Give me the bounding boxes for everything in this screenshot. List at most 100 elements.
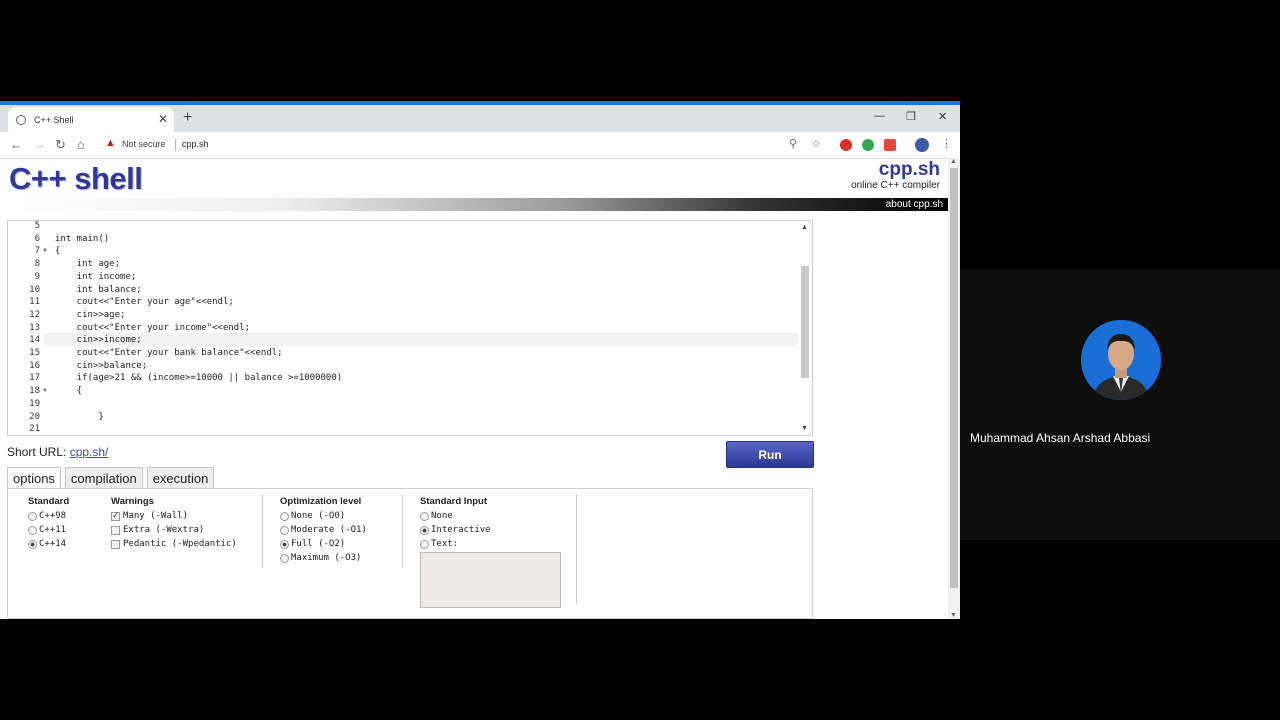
short-url-link[interactable]: cpp.sh/: [70, 445, 109, 459]
checkbox-icon[interactable]: [111, 525, 120, 535]
code-line[interactable]: int balance;: [55, 285, 142, 295]
warning-icon: ▲: [105, 137, 116, 149]
about-link[interactable]: about cpp.sh: [886, 198, 943, 211]
back-icon[interactable]: ←: [10, 137, 23, 152]
brand-name: cpp.sh: [878, 159, 940, 180]
minimize-icon[interactable]: —: [874, 110, 885, 122]
line-number: 10: [29, 284, 40, 295]
close-tab-icon[interactable]: ✕: [158, 112, 168, 126]
scroll-down-arrow-icon[interactable]: ▼: [950, 612, 957, 619]
tab-title: C++ Shell: [34, 114, 74, 125]
code-line[interactable]: cin>>balance;: [55, 361, 147, 371]
site-logo[interactable]: C++ shell: [9, 161, 143, 197]
warning-option-wall[interactable]: ✓ Many (-Wall): [111, 509, 237, 523]
radio-selected-icon[interactable]: [28, 539, 37, 549]
line-number: 18: [29, 386, 40, 397]
group-divider: [262, 494, 263, 568]
code-line[interactable]: int main(): [55, 234, 109, 244]
page-scrollbar[interactable]: ▲ ▼: [948, 158, 960, 619]
reload-icon[interactable]: ↻: [55, 137, 66, 153]
editor-scrollbar[interactable]: ▲ ▼: [798, 221, 812, 435]
globe-icon: [16, 114, 26, 125]
scroll-up-arrow-icon[interactable]: ▲: [950, 158, 957, 165]
radio-icon[interactable]: [280, 511, 289, 521]
group-divider: [402, 494, 403, 568]
forward-icon[interactable]: →: [33, 137, 46, 152]
new-tab-icon[interactable]: +: [183, 109, 192, 127]
radio-icon[interactable]: [28, 525, 37, 535]
tab-execution[interactable]: execution: [146, 467, 215, 489]
run-button[interactable]: Run: [726, 441, 814, 468]
person-portrait-icon: [1081, 320, 1161, 400]
code-line[interactable]: cin>>age;: [55, 310, 126, 320]
line-number: 8: [34, 259, 40, 270]
scroll-down-arrow-icon[interactable]: ▼: [801, 425, 808, 432]
scroll-up-arrow-icon[interactable]: ▲: [801, 224, 808, 231]
settings-tabs: options compilation execution: [7, 467, 215, 489]
standard-option-cpp11[interactable]: C++11: [28, 523, 69, 537]
checkbox-checked-icon[interactable]: ✓: [111, 511, 120, 521]
optimization-option-o1[interactable]: Moderate (-O1): [280, 523, 367, 537]
home-icon[interactable]: ⌂: [77, 137, 85, 152]
optimization-group: Optimization level None (-O0) Moderate (…: [280, 489, 367, 565]
zoom-icon[interactable]: ⚲: [789, 137, 797, 150]
profile-avatar-icon[interactable]: [915, 138, 929, 152]
standard-option-cpp14[interactable]: C++14: [28, 537, 69, 551]
code-line[interactable]: int age;: [55, 259, 120, 269]
line-number: 13: [29, 322, 40, 333]
radio-icon[interactable]: [28, 511, 37, 521]
standard-option-cpp98[interactable]: C++98: [28, 509, 69, 523]
code-line[interactable]: cout<<"Enter your bank balance"<<endl;: [55, 348, 283, 358]
shield-extension-icon[interactable]: [884, 139, 896, 151]
optimization-option-o2[interactable]: Full (-O2): [280, 537, 367, 551]
radio-icon[interactable]: [280, 525, 289, 535]
participant-avatar: [1081, 320, 1161, 400]
radio-selected-icon[interactable]: [420, 525, 429, 535]
tab-compilation[interactable]: compilation: [64, 467, 143, 489]
security-label[interactable]: Not secure: [122, 139, 166, 149]
address-bar[interactable]: cpp.sh: [182, 139, 209, 149]
extension-icon[interactable]: [840, 139, 852, 151]
tab-options[interactable]: options: [7, 467, 61, 489]
close-window-icon[interactable]: ✕: [938, 110, 947, 123]
radio-selected-icon[interactable]: [280, 539, 289, 549]
checkbox-icon[interactable]: [111, 539, 120, 549]
code-line[interactable]: cout<<"Enter your age"<<endl;: [55, 297, 234, 307]
stdin-option-text[interactable]: Text:: [420, 537, 561, 551]
fold-arrow-icon[interactable]: ▼: [42, 248, 48, 254]
code-line[interactable]: {: [55, 386, 82, 396]
line-number: 6: [34, 233, 40, 244]
page-scroll-thumb[interactable]: [950, 168, 958, 588]
restore-icon[interactable]: ❐: [906, 110, 916, 123]
optimization-option-o0[interactable]: None (-O0): [280, 509, 367, 523]
grammarly-icon[interactable]: [862, 139, 874, 151]
bookmark-star-icon[interactable]: ☆: [811, 137, 821, 150]
browser-tab[interactable]: C++ Shell ✕: [8, 107, 174, 132]
line-number: 19: [29, 398, 40, 409]
radio-icon[interactable]: [420, 539, 429, 549]
menu-kebab-icon[interactable]: ⋮: [941, 137, 952, 150]
code-line[interactable]: }: [55, 412, 103, 422]
options-panel: Standard C++98 C++11 C++14 Warnings ✓ Man…: [7, 488, 813, 619]
code-line[interactable]: {: [55, 246, 60, 256]
code-line[interactable]: int income;: [55, 272, 137, 282]
stdin-option-interactive[interactable]: Interactive: [420, 523, 561, 537]
code-line[interactable]: cin>>income;: [55, 335, 142, 345]
code-line[interactable]: cout<<"Enter your income"<<endl;: [55, 323, 250, 333]
fold-arrow-icon[interactable]: ▼: [42, 388, 48, 394]
optimization-option-o3[interactable]: Maximum (-O3): [280, 551, 367, 565]
radio-icon[interactable]: [280, 553, 289, 563]
line-number: 21: [29, 424, 40, 435]
radio-icon[interactable]: [420, 511, 429, 521]
warning-option-wpedantic[interactable]: Pedantic (-Wpedantic): [111, 537, 237, 551]
editor-scroll-thumb[interactable]: [801, 266, 809, 378]
stdin-option-none[interactable]: None: [420, 509, 561, 523]
warning-option-wextra[interactable]: Extra (-Wextra): [111, 523, 237, 537]
stdin-textarea[interactable]: [420, 552, 561, 608]
code-line[interactable]: if(age>21 && (income>=10000 || balance >…: [55, 373, 343, 383]
line-number: 9: [34, 271, 40, 282]
warnings-title: Warnings: [111, 496, 154, 507]
standard-group: Standard C++98 C++11 C++14: [28, 489, 69, 551]
code-editor[interactable]: 5 6 int main() 7{▼ 8 int age; 9 int income; 10…: [7, 220, 813, 436]
line-number: 7: [34, 246, 40, 257]
